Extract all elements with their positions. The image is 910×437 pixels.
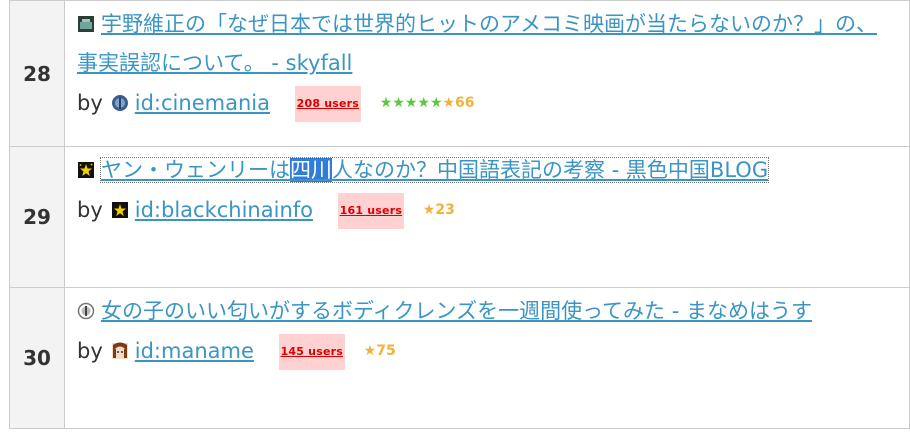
skyfall-favicon-icon — [77, 7, 95, 32]
entry-content: 女の子のいい匂いがするボディクレンズを一週間使ってみた - まなめはうす by … — [64, 287, 910, 429]
bookmark-users-badge[interactable]: 145 users — [278, 334, 345, 370]
user-link[interactable]: id:maname — [135, 339, 254, 363]
star-night-favicon-icon — [77, 153, 95, 178]
bookmark-users-badge[interactable]: 208 users — [294, 86, 362, 122]
ranking-row: 30 女の子のいい匂いがするボディクレンズを一週間使ってみた - まなめはうす … — [9, 287, 910, 429]
star-count[interactable]: ★23 — [423, 202, 455, 218]
entry-title-line: 宇野維正の「なぜ日本では世界的ヒットのアメコミ映画が当たらないのか？」の、事実誤… — [77, 5, 897, 83]
entry-title-link[interactable]: 宇野維正の「なぜ日本では世界的ヒットのアメコミ映画が当たらないのか？」の、事実誤… — [77, 12, 877, 75]
entry-content: ヤン・ウェンリーは四川人なのか？中国語表記の考察 - 黒色中国BLOG by i… — [64, 146, 910, 288]
by-label: by — [77, 198, 103, 222]
entry-title-link[interactable]: 女の子のいい匂いがするボディクレンズを一週間使ってみた - まなめはうす — [101, 299, 812, 323]
star-count[interactable]: ★★★★★★66 — [380, 95, 475, 111]
title-text-after-selection: 人なのか？中国語表記の考察 - 黒色中国BLOG — [332, 158, 769, 182]
ranking-table: 28 宇野維正の「なぜ日本では世界的ヒットのアメコミ映画が当たらないのか？」の、… — [9, 0, 910, 429]
entry-byline: by id:blackchinainfo 161 users ★23 — [77, 193, 897, 229]
bookmark-users-badge[interactable]: 161 users — [337, 193, 405, 229]
selected-text: 四川 — [290, 158, 332, 182]
yellow-star-count: ★66 — [442, 95, 475, 111]
entry-byline: by id:maname 145 users ★75 — [77, 334, 897, 370]
rank-number: 28 — [9, 0, 65, 147]
user-avatar-icon[interactable] — [111, 88, 129, 111]
entry-content: 宇野維正の「なぜ日本では世界的ヒットのアメコミ映画が当たらないのか？」の、事実誤… — [64, 0, 910, 147]
entry-title-link[interactable]: ヤン・ウェンリーは四川人なのか？中国語表記の考察 - 黒色中国BLOG — [99, 157, 770, 183]
ranking-row: 29 ヤン・ウェンリーは四川人なのか？中国語表記の考察 - 黒色中国BLOG b… — [9, 146, 910, 288]
user-link[interactable]: id:blackchinainfo — [135, 198, 313, 222]
star-count[interactable]: ★75 — [364, 343, 396, 359]
rank-number: 30 — [9, 287, 65, 429]
entry-title-line: ヤン・ウェンリーは四川人なのか？中国語表記の考察 - 黒色中国BLOG — [77, 151, 897, 190]
user-avatar-icon[interactable] — [111, 336, 129, 359]
green-stars: ★★★★★ — [379, 95, 443, 111]
entry-byline: by id:cinemania 208 users ★★★★★★66 — [77, 86, 897, 122]
user-avatar-icon[interactable] — [111, 195, 129, 218]
title-text-before-selection: ヤン・ウェンリーは — [101, 158, 290, 182]
user-link[interactable]: id:cinemania — [135, 91, 270, 115]
circle-favicon-icon — [77, 294, 95, 320]
ranking-row: 28 宇野維正の「なぜ日本では世界的ヒットのアメコミ映画が当たらないのか？」の、… — [9, 0, 910, 147]
by-label: by — [77, 339, 103, 363]
rank-number: 29 — [9, 146, 65, 288]
entry-title-line: 女の子のいい匂いがするボディクレンズを一週間使ってみた - まなめはうす — [77, 292, 897, 331]
by-label: by — [77, 91, 103, 115]
